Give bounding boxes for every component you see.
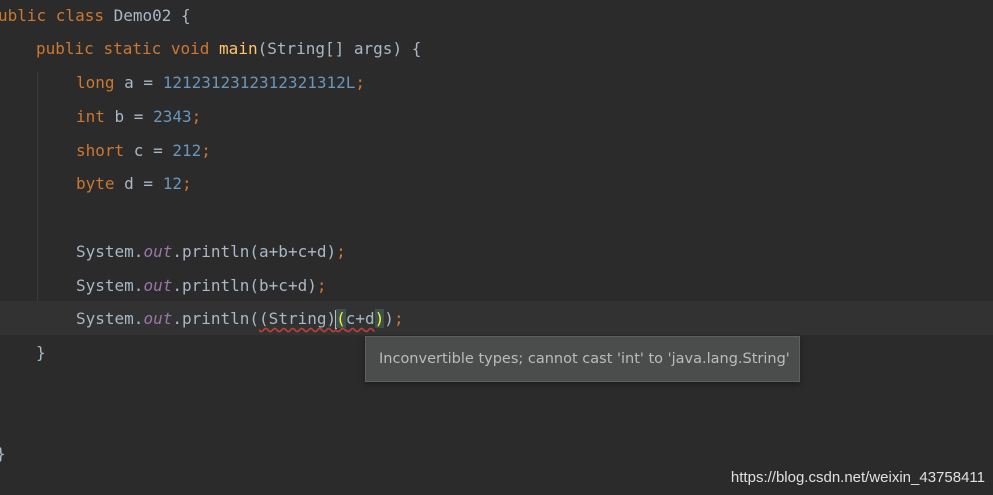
keyword-static: static bbox=[103, 39, 162, 58]
out-field: out bbox=[143, 309, 173, 328]
keyword-public: ublic bbox=[0, 6, 56, 25]
method-name: main bbox=[219, 39, 258, 58]
sum-expression: c+d bbox=[345, 309, 375, 328]
matched-open-paren: ( bbox=[336, 309, 346, 328]
number-literal: 1212312312312321312L bbox=[162, 73, 356, 92]
println-call: .println(a+b+c+d) bbox=[172, 242, 337, 261]
system-ref: System. bbox=[76, 242, 144, 261]
code-editor[interactable]: ublic class Demo02 { public static void … bbox=[0, 0, 993, 495]
code-line-short-c[interactable]: short c = 212; bbox=[76, 141, 211, 161]
semicolon: ; bbox=[393, 309, 404, 328]
code-line-println-bcd[interactable]: System.out.println(b+c+d); bbox=[76, 276, 326, 296]
system-ref: System. bbox=[76, 276, 144, 295]
error-tooltip: Inconvertible types; cannot cast 'int' t… bbox=[365, 336, 800, 382]
declaration: b = bbox=[104, 107, 154, 126]
semicolon: ; bbox=[181, 174, 192, 193]
type-keyword: int bbox=[76, 107, 105, 126]
code-line-byte-d[interactable]: byte d = 12; bbox=[76, 174, 192, 194]
semicolon: ; bbox=[336, 242, 346, 261]
code-line-method-close[interactable]: } bbox=[36, 343, 46, 363]
code-line-long-a[interactable]: long a = 1212312312312321312L; bbox=[76, 73, 365, 93]
semicolon: ; bbox=[316, 276, 327, 295]
println-call: .println(b+c+d) bbox=[172, 276, 317, 295]
println-call-start: .println( bbox=[172, 309, 260, 328]
type-keyword: long bbox=[76, 73, 115, 92]
semicolon: ; bbox=[201, 141, 211, 160]
semicolon: ; bbox=[191, 107, 202, 126]
open-brace: { bbox=[181, 6, 191, 25]
out-field: out bbox=[143, 242, 173, 261]
code-line-int-b[interactable]: int b = 2343; bbox=[76, 107, 201, 127]
close-brace: } bbox=[0, 444, 6, 463]
watermark-url: https://blog.csdn.net/weixin_43758411 bbox=[730, 469, 985, 486]
code-line-class-close[interactable]: } bbox=[0, 444, 6, 464]
println-call-end: ) bbox=[384, 309, 394, 328]
error-tooltip-message: Inconvertible types; cannot cast 'int' t… bbox=[379, 351, 790, 367]
declaration: d = bbox=[114, 174, 163, 193]
declaration: c = bbox=[124, 141, 173, 160]
type-keyword: short bbox=[76, 141, 125, 160]
declaration: a = bbox=[114, 73, 163, 92]
out-field: out bbox=[143, 276, 173, 295]
keyword-public: public bbox=[36, 39, 94, 58]
number-literal: 2343 bbox=[153, 107, 192, 126]
keyword-void: void bbox=[170, 39, 210, 58]
code-line-println-cast[interactable]: System.out.println((String)(c+d)); bbox=[76, 309, 404, 329]
code-line-println-abcd[interactable]: System.out.println(a+b+c+d); bbox=[76, 242, 346, 262]
class-name: Demo02 bbox=[103, 6, 182, 25]
indent-guide bbox=[37, 72, 38, 334]
semicolon: ; bbox=[355, 73, 365, 92]
type-keyword: byte bbox=[76, 174, 115, 193]
cast-expression-error[interactable]: (String) bbox=[259, 309, 336, 328]
code-line-main-method[interactable]: public static void main(String[] args) { bbox=[36, 39, 421, 59]
number-literal: 212 bbox=[172, 141, 202, 160]
keyword-class: class bbox=[55, 6, 104, 25]
method-params: (String[] args) { bbox=[257, 39, 422, 58]
system-ref: System. bbox=[76, 309, 144, 328]
matched-close-paren: ) bbox=[374, 309, 385, 328]
number-literal: 12 bbox=[162, 174, 182, 193]
close-brace: } bbox=[36, 343, 46, 362]
code-line-class-declaration[interactable]: ublic class Demo02 { bbox=[0, 6, 191, 26]
